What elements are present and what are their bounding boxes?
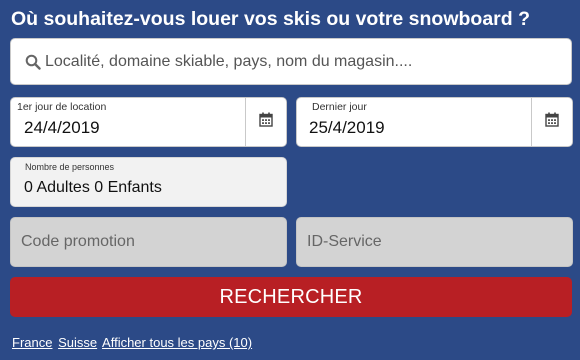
- search-input[interactable]: [45, 39, 565, 84]
- start-date-value[interactable]: 24/4/2019: [24, 118, 100, 138]
- country-link-switzerland[interactable]: Suisse: [58, 335, 97, 350]
- start-date-calendar-button[interactable]: [245, 98, 286, 146]
- end-date-field[interactable]: Dernier jour 25/4/2019: [296, 97, 573, 147]
- end-date-value[interactable]: 25/4/2019: [309, 118, 385, 138]
- persons-value[interactable]: 0 Adultes 0 Enfants: [24, 179, 162, 197]
- calendar-icon: [545, 112, 559, 132]
- persons-label: Nombre de personnes: [25, 162, 115, 172]
- search-button[interactable]: RECHERCHER: [10, 277, 572, 317]
- service-id-input[interactable]: [297, 218, 572, 266]
- country-links: France Suisse Afficher tous les pays (10…: [12, 335, 254, 350]
- promo-code-input[interactable]: [11, 218, 286, 266]
- page-title: Où souhaitez-vous louer vos skis ou votr…: [11, 8, 531, 30]
- search-icon: [25, 54, 41, 70]
- start-date-field[interactable]: 1er jour de location 24/4/2019: [10, 97, 287, 147]
- calendar-icon: [259, 112, 273, 132]
- promo-code-field[interactable]: [10, 217, 287, 267]
- persons-selector[interactable]: Nombre de personnes 0 Adultes 0 Enfants: [10, 157, 287, 207]
- service-id-field[interactable]: [296, 217, 573, 267]
- start-date-label: 1er jour de location: [17, 101, 107, 113]
- end-date-calendar-button[interactable]: [531, 98, 572, 146]
- search-field[interactable]: [10, 38, 572, 85]
- end-date-label: Dernier jour: [312, 101, 367, 113]
- show-all-countries-link[interactable]: Afficher tous les pays (10): [102, 335, 252, 350]
- country-link-france[interactable]: France: [12, 335, 52, 350]
